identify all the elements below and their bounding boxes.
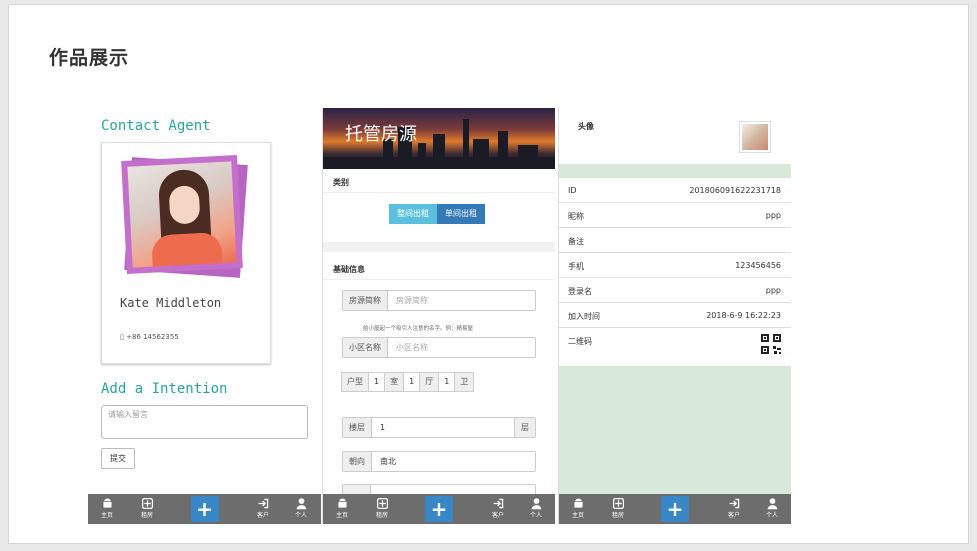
- category-heading: 类别: [323, 171, 555, 193]
- sign-in-icon: [483, 497, 513, 512]
- floor-input[interactable]: 1: [372, 418, 514, 437]
- bedroom-count-input[interactable]: 1: [368, 372, 386, 392]
- bottom-tabbar: 主页 租房 + 客户 个人: [323, 494, 555, 524]
- info-row-phone[interactable]: 手机 123456456: [559, 253, 791, 278]
- tab-me[interactable]: 个人: [757, 497, 787, 520]
- tab-home[interactable]: 主页: [327, 497, 357, 520]
- info-row-login: 登录名 ppp: [559, 278, 791, 303]
- house-name-field[interactable]: 房源简称 房源简称: [342, 290, 536, 311]
- info-row-id: ID 201806091622231718: [559, 178, 791, 203]
- tab-home[interactable]: 主页: [92, 497, 122, 520]
- mobile-phone-icon: ▯: [120, 333, 124, 341]
- green-background: [559, 366, 791, 494]
- segment-whole-rent[interactable]: 整间出租: [389, 204, 437, 224]
- segment-single-room[interactable]: 单间出租: [437, 204, 485, 224]
- screen-contact-agent: Contact Agent Kate Middleton ▯ +86 14562…: [88, 108, 321, 524]
- grid-plus-icon: [132, 497, 162, 512]
- green-spacer: [559, 164, 791, 178]
- add-button[interactable]: +: [425, 496, 453, 522]
- user-icon: [286, 497, 316, 512]
- info-row-remark[interactable]: 备注: [559, 228, 791, 253]
- slide-title: 作品展示: [49, 47, 130, 69]
- android-icon: [563, 497, 593, 512]
- community-input[interactable]: 小区名称: [388, 338, 535, 357]
- city-banner: 托管房源: [323, 108, 555, 169]
- orientation-input[interactable]: 南北: [372, 452, 535, 471]
- banner-title: 托管房源: [345, 124, 417, 145]
- floor-field[interactable]: 楼层 1 层: [342, 417, 536, 438]
- tab-me[interactable]: 个人: [286, 497, 316, 520]
- avatar[interactable]: [739, 121, 771, 153]
- message-textarea[interactable]: 请输入留言: [101, 405, 308, 439]
- add-intention-title: Add a Intention: [101, 381, 228, 397]
- layout-label: 户型: [341, 372, 369, 392]
- agent-photo: [127, 161, 237, 268]
- house-name-input[interactable]: 房源简称: [388, 291, 535, 310]
- user-icon: [521, 497, 551, 512]
- avatar-row[interactable]: 头像: [559, 108, 791, 164]
- tab-client[interactable]: 客户: [483, 497, 513, 520]
- bottom-tabbar: 主页 租房 + 客户 个人: [559, 494, 791, 524]
- agent-card: Kate Middleton ▯ +86 14562355: [101, 142, 271, 364]
- user-icon: [757, 497, 787, 512]
- basic-info-heading: 基础信息: [323, 258, 555, 280]
- info-row-qrcode[interactable]: 二维码: [559, 328, 791, 366]
- tab-client[interactable]: 客户: [719, 497, 749, 520]
- tab-rent[interactable]: 租房: [132, 497, 162, 520]
- screen-listing-form: 托管房源 类别 整间出租 单间出租 基础信息 房源简称 房源简称 给小屋起一个吸…: [322, 108, 555, 524]
- orientation-field[interactable]: 朝向 南北: [342, 451, 536, 472]
- rent-type-segment: 整间出租 单间出租: [389, 204, 485, 224]
- sign-in-icon: [248, 497, 278, 512]
- tab-client[interactable]: 客户: [248, 497, 278, 520]
- user-id-value: 201806091622231718: [689, 186, 781, 195]
- grid-plus-icon: [367, 497, 397, 512]
- qr-code-icon[interactable]: [761, 334, 781, 354]
- house-name-hint: 给小屋起一个吸引人注意的名字。例：精易屋: [363, 326, 474, 332]
- contact-agent-title: Contact Agent: [101, 118, 211, 134]
- info-row-nickname[interactable]: 昵称 ppp: [559, 203, 791, 228]
- add-button[interactable]: +: [190, 496, 219, 522]
- android-icon: [92, 497, 122, 512]
- tab-home[interactable]: 主页: [563, 497, 593, 520]
- sign-in-icon: [719, 497, 749, 512]
- community-field[interactable]: 小区名称 小区名称: [342, 337, 536, 358]
- layout-group: 户型 1 室 1 厅 1 卫: [341, 372, 475, 392]
- avatar-label: 头像: [578, 122, 594, 131]
- agent-phone-number: +86 14562355: [126, 333, 179, 341]
- section-divider: [323, 242, 555, 252]
- add-button[interactable]: +: [661, 496, 689, 522]
- livingroom-count-input[interactable]: 1: [403, 372, 421, 392]
- tab-rent[interactable]: 租房: [367, 497, 397, 520]
- agent-photo-frame: [121, 155, 243, 274]
- agent-name: Kate Middleton: [120, 296, 222, 310]
- bathroom-label: 卫: [454, 372, 475, 392]
- bathroom-count-input[interactable]: 1: [438, 372, 456, 392]
- tab-me[interactable]: 个人: [521, 497, 551, 520]
- grid-plus-icon: [603, 497, 633, 512]
- info-row-joined: 加入时间 2018-6-9 16:22:23: [559, 303, 791, 328]
- tab-rent[interactable]: 租房: [603, 497, 633, 520]
- android-icon: [327, 497, 357, 512]
- livingroom-label: 厅: [419, 372, 440, 392]
- agent-phone-row[interactable]: ▯ +86 14562355: [120, 333, 179, 341]
- slide: 作品展示 Contact Agent Kate Middleton ▯ +86 …: [8, 4, 969, 544]
- bedroom-label: 室: [384, 372, 405, 392]
- bottom-tabbar: 主页 租房 + 客户 个人: [88, 494, 321, 524]
- submit-button[interactable]: 提交: [101, 448, 135, 469]
- screen-profile: 头像 ID 201806091622231718 昵称 ppp 备注 手机 12…: [558, 108, 791, 524]
